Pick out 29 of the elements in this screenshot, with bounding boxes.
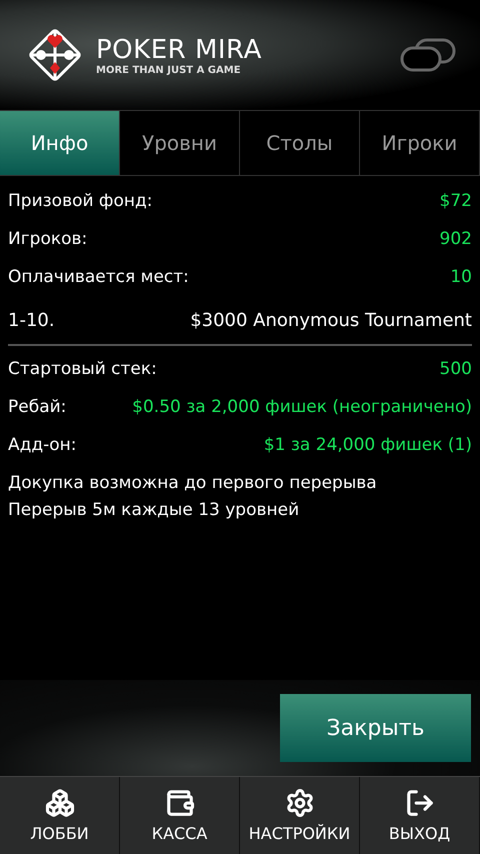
payout-places: 1-10. [8,310,55,330]
brand-name: POKER MIRA [96,34,262,64]
note-text: Докупка возможна до первого перерыва [8,472,378,495]
payout-prize: $3000 Anonymous Tournament [190,310,472,330]
tagline: MORE THAN JUST A GAME [96,64,242,76]
detail-value: 500 [440,359,472,379]
stat-label: Игроков: [8,229,88,249]
cubes-icon [44,788,74,818]
note-text: Перерыв 5м каждые 13 уровней [8,499,300,522]
settings-icon [284,788,314,818]
detail-label: Адд-он: [8,435,77,455]
nav-button[interactable]: КАССА [120,777,240,854]
tab[interactable]: Инфо [0,111,120,175]
exit-icon [404,788,434,818]
stat-label: Призовой фонд: [8,191,152,211]
stat-value: 10 [450,267,472,287]
detail-label: Ребай: [8,397,66,417]
nav-button[interactable]: ЛОББИ [0,777,120,854]
stat-value: $72 [440,191,472,211]
close-button[interactable]: Закрыть [280,694,471,762]
wallet-icon [164,788,194,818]
detail-label: Стартовый стек: [8,359,157,379]
stat-label: Оплачивается мест: [8,267,189,287]
nav-button[interactable]: НАСТРОЙКИ [240,777,360,854]
toggle-icon[interactable] [400,38,456,72]
stat-value: 902 [440,229,472,249]
detail-value: $1 за 24,000 фишек (1) [264,435,472,455]
nav-button[interactable]: ВЫХОД [360,777,480,854]
detail-value: $0.50 за 2,000 фишек (неограничено) [132,397,472,417]
